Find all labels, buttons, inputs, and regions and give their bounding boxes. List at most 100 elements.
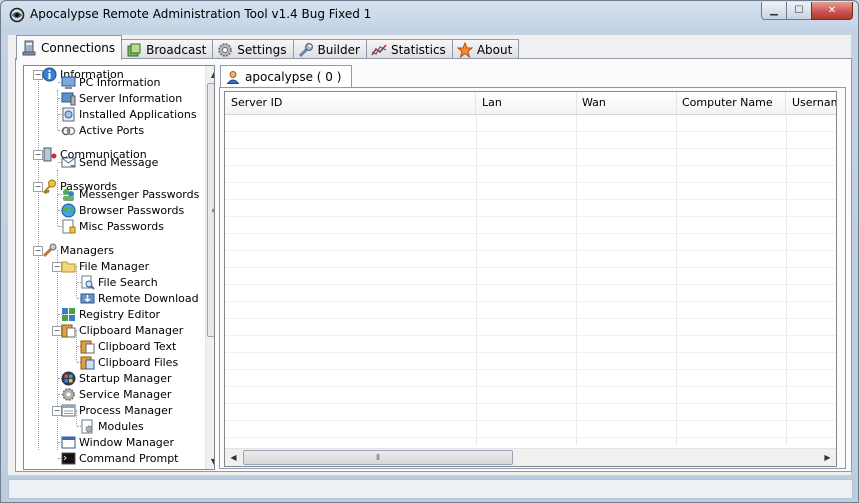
tools-icon: [42, 243, 57, 257]
console-icon: [61, 452, 76, 464]
tree-item-label: Clipboard Manager: [79, 323, 184, 337]
gear-icon: [62, 387, 75, 401]
grid-line: [225, 403, 836, 404]
column-header-server-id[interactable]: Server ID: [225, 92, 476, 114]
grid-line: [225, 284, 836, 285]
pc-icon: [61, 76, 76, 89]
tree-item-browser-passwords[interactable]: Browser Passwords: [61, 202, 184, 218]
ports-icon: [61, 126, 76, 135]
tree-item-service-manager[interactable]: Service Manager: [61, 386, 171, 402]
tree-item-managers[interactable]: Managers: [42, 242, 114, 258]
grid-line: [225, 216, 836, 217]
scroll-up-button[interactable]: ▲: [206, 66, 214, 82]
maximize-button[interactable]: ☐: [786, 2, 812, 20]
grid-line: [225, 301, 836, 302]
column-header-wan[interactable]: Wan: [576, 92, 677, 114]
tree-item-active-ports[interactable]: Active Ports: [61, 122, 144, 138]
tree-item-clipboard-files[interactable]: Clipboard Files: [80, 354, 178, 370]
tree-item-label: File Search: [98, 275, 158, 289]
globe-icon: [61, 203, 76, 217]
scroll-down-button[interactable]: ▼: [206, 453, 214, 469]
tree-item-server-information[interactable]: Server Information: [61, 90, 182, 106]
column-header-username[interactable]: Usernam: [786, 92, 836, 114]
clipboard-icon: [61, 324, 76, 337]
minimize-icon: ▁: [770, 5, 778, 16]
tab-settings[interactable]: Settings: [212, 39, 294, 60]
scroll-right-button[interactable]: ▶: [819, 449, 836, 466]
tree-item-label: Misc Passwords: [79, 219, 164, 233]
scroll-thumb[interactable]: ≡: [207, 83, 214, 337]
title-bar[interactable]: Apocalypse Remote Administration Tool v1…: [1, 1, 858, 29]
arrow-up-icon: ▲: [211, 70, 214, 79]
list-horizontal-scrollbar[interactable]: ◀ ⦀ ▶: [225, 448, 836, 466]
server-group-label: apocalypse ( 0 ): [245, 69, 342, 84]
grip-icon: ≡: [211, 206, 214, 215]
tab-broadcast[interactable]: Broadcast: [121, 39, 214, 60]
tree-item-label: Process Manager: [79, 403, 173, 417]
tree-item-label: Service Manager: [79, 387, 172, 401]
tree-item-clipboard-text[interactable]: Clipboard Text: [80, 338, 176, 354]
computer-icon: [22, 40, 36, 56]
registry-icon: [62, 307, 75, 321]
tab-server-group[interactable]: apocalypse ( 0 ): [220, 65, 353, 87]
tree-item-process-manager[interactable]: Process Manager: [61, 402, 172, 418]
server-panel: apocalypse ( 0 ) Server ID Lan Wan Compu…: [219, 63, 846, 469]
client-area: Connections Broadcast Settings Builder S…: [8, 35, 852, 475]
close-icon: ✕: [827, 5, 837, 16]
tree-scrollbar[interactable]: ▲ ≡ ▼: [205, 66, 214, 469]
grip-icon: ⦀: [376, 452, 380, 462]
tree-item-installed-applications[interactable]: Installed Applications: [61, 106, 197, 122]
grid-line: [225, 318, 836, 319]
tree-item-label: Clipboard Files: [98, 355, 179, 369]
column-header-lan[interactable]: Lan: [476, 92, 577, 114]
tree-item-window-manager[interactable]: Window Manager: [61, 434, 174, 450]
tree-item-file-manager[interactable]: File Manager: [61, 258, 149, 274]
tab-label: Statistics: [390, 43, 446, 57]
folder-icon: [61, 261, 76, 272]
tree-item-misc-passwords[interactable]: Misc Passwords: [61, 218, 164, 234]
close-button[interactable]: ✕: [811, 2, 853, 20]
column-header-computer-name[interactable]: Computer Name: [676, 92, 786, 114]
grid-line: [225, 267, 836, 268]
scroll-left-button[interactable]: ◀: [225, 449, 242, 466]
tree-item-label: PC Information: [79, 75, 161, 89]
grid-line: [225, 335, 836, 336]
window-title: Apocalypse Remote Administration Tool v1…: [30, 7, 372, 21]
list-header: Server ID Lan Wan Computer Name Usernam: [225, 92, 836, 115]
tree-item-messenger-passwords[interactable]: Messenger Passwords: [61, 186, 199, 202]
tree-item-label: Window Manager: [79, 435, 175, 449]
tree-line: [57, 90, 58, 130]
tab-connections[interactable]: Connections: [16, 35, 123, 60]
clipboard-files-icon: [80, 356, 95, 369]
tab-label: Broadcast: [146, 43, 207, 57]
tab-about[interactable]: About: [451, 39, 520, 60]
status-bar: [8, 479, 853, 499]
minimize-button[interactable]: ▁: [761, 2, 787, 20]
arrow-right-icon: ▶: [824, 453, 831, 462]
tree-item-file-search[interactable]: File Search: [80, 274, 158, 290]
tree-item-pc-information[interactable]: PC Information: [61, 74, 161, 90]
horizontal-scroll-thumb[interactable]: ⦀: [243, 450, 513, 465]
tree-item-remote-download[interactable]: Remote Download: [80, 290, 199, 306]
gear-icon: [218, 43, 233, 57]
tab-statistics[interactable]: Statistics: [365, 39, 453, 60]
tab-label: About: [476, 43, 513, 57]
download-icon: [80, 293, 95, 303]
tree-item-registry-editor[interactable]: Registry Editor: [61, 306, 160, 322]
tree-item-label: Send Message: [79, 155, 159, 169]
tree-item-send-message[interactable]: Send Message: [61, 154, 158, 170]
tree-item-command-prompt[interactable]: Command Prompt: [61, 450, 179, 466]
grid-line: [225, 182, 836, 183]
broadcast-icon: [127, 43, 141, 57]
tree-item-startup-manager[interactable]: Startup Manager: [61, 370, 172, 386]
connections-list[interactable]: Server ID Lan Wan Computer Name Usernam: [224, 91, 837, 467]
tab-builder[interactable]: Builder: [292, 39, 367, 60]
tree-item-modules[interactable]: Modules: [80, 418, 144, 434]
server-icon: [61, 92, 76, 105]
tab-label: Connections: [41, 41, 116, 55]
app-logo-icon: [9, 7, 25, 23]
tree-item-clipboard-manager[interactable]: Clipboard Manager: [61, 322, 183, 338]
messenger-icon: [63, 188, 74, 201]
main-tabs: Connections Broadcast Settings Builder S…: [16, 35, 520, 60]
feature-tree[interactable]: − Information PC Information Server Info…: [23, 65, 215, 470]
